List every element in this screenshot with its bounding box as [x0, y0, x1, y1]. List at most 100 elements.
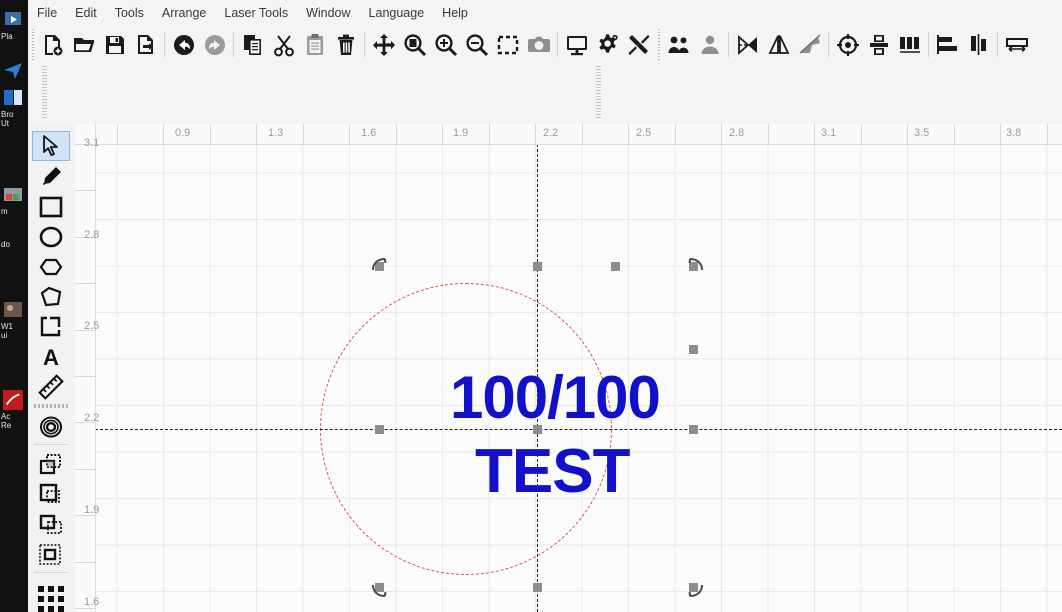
select-tool[interactable]: [32, 131, 70, 161]
artwork-line-2[interactable]: TEST: [475, 436, 630, 507]
flip-horizontal-icon[interactable]: [732, 29, 763, 60]
zoom-in-icon[interactable]: [430, 29, 461, 60]
zoom-out-icon[interactable]: [461, 29, 492, 60]
bracket-shape-tool[interactable]: [32, 312, 70, 342]
ruler-h-tick-6: 2.5: [636, 127, 652, 139]
desktop-icon-6[interactable]: W1 ui: [0, 300, 28, 340]
ungroup-icon[interactable]: [694, 29, 725, 60]
desktop-icon-9-label: Re: [1, 421, 12, 430]
desktop-icon-4-label: m: [1, 207, 8, 216]
ruler-v-tick-2: 2.5: [84, 320, 100, 332]
monitor-preview-icon[interactable]: [561, 29, 592, 60]
menu-edit[interactable]: Edit: [66, 0, 106, 27]
distribute-h-icon[interactable]: [1001, 29, 1032, 60]
selection-handle-middle-left[interactable]: [375, 425, 384, 434]
menu-bar: File Edit Tools Arrange Laser Tools Wind…: [28, 0, 1062, 28]
text-tool[interactable]: A: [32, 342, 70, 372]
move-pan-icon[interactable]: [368, 29, 399, 60]
rotate-handle-bottom-right[interactable]: [685, 579, 703, 597]
desktop-icon-8-label: Ac: [1, 412, 11, 421]
draw-pen-tool[interactable]: [32, 162, 70, 192]
desktop-icon-3[interactable]: Bro Ut: [0, 88, 28, 128]
array-grid-tool[interactable]: [32, 579, 70, 612]
menu-file[interactable]: File: [28, 0, 66, 27]
desktop-icon-6-label: W1: [1, 322, 13, 331]
rotate-handle-top-right[interactable]: [685, 256, 703, 274]
device-tools-icon[interactable]: [623, 29, 654, 60]
ruler-h-tick-3: 1.6: [361, 127, 377, 139]
polygon-tool[interactable]: [32, 252, 70, 282]
align-left-icon[interactable]: [932, 29, 963, 60]
selection-handle-center[interactable]: [533, 425, 542, 434]
rotate-handle-bottom-left[interactable]: [370, 579, 388, 597]
palette-grip[interactable]: [34, 404, 68, 408]
selection-handle-middle-right[interactable]: [689, 345, 698, 354]
desktop-icon-2[interactable]: [0, 60, 28, 82]
selection-handle-top-center[interactable]: [533, 262, 542, 271]
marquee-select-icon[interactable]: [492, 29, 523, 60]
closed-shape-tool[interactable]: [32, 282, 70, 312]
toolbar-grip-2[interactable]: [656, 29, 662, 60]
toolbar-separator-1: [164, 32, 165, 57]
desktop-icon-5[interactable]: do: [0, 240, 28, 249]
align-center-v-icon[interactable]: [963, 29, 994, 60]
measure-tool[interactable]: [32, 372, 70, 402]
menu-window[interactable]: Window: [297, 0, 359, 27]
properties-toolbar: XPos 2.1654 in YPos 2.1654 in Width 1.00…: [28, 62, 1062, 182]
copy-icon[interactable]: [237, 29, 268, 60]
desktop-icon-1[interactable]: Pla: [0, 10, 28, 41]
desktop-icon-3-label: Ut: [1, 119, 9, 128]
undo-icon[interactable]: [168, 29, 199, 60]
properties-grip[interactable]: [42, 66, 47, 120]
selection-handle-bottom-center[interactable]: [533, 583, 542, 592]
offset-shapes-tool[interactable]: [32, 412, 70, 442]
artwork-line-1[interactable]: 100/100: [450, 363, 661, 432]
flip-diagonal-icon[interactable]: [794, 29, 825, 60]
menu-laser-tools[interactable]: Laser Tools: [215, 0, 297, 27]
weld-icon[interactable]: [863, 29, 894, 60]
text-properties-grip[interactable]: [596, 66, 601, 120]
toolbar-grip[interactable]: [30, 29, 36, 60]
group-icon[interactable]: [663, 29, 694, 60]
desktop-icon-2-label: Bro: [1, 110, 14, 119]
flip-vertical-icon[interactable]: [763, 29, 794, 60]
ruler-v-tick-5: 1.6: [84, 596, 100, 608]
delete-trash-icon[interactable]: [330, 29, 361, 60]
boolean-subtract-tool[interactable]: [32, 480, 70, 510]
menu-help[interactable]: Help: [433, 0, 477, 27]
paste-icon[interactable]: [299, 29, 330, 60]
desktop-background: Pla Bro Ut m do W1 ui Ac Re: [0, 0, 28, 612]
rotate-handle-top-left[interactable]: [370, 256, 388, 274]
design-canvas[interactable]: 100/100 TEST: [75, 124, 1062, 612]
zoom-fit-icon[interactable]: [399, 29, 430, 60]
palette-separator-2: [34, 572, 68, 573]
selection-handle-top-right-inner[interactable]: [611, 262, 620, 271]
menu-arrange[interactable]: Arrange: [153, 0, 215, 27]
ruler-h-tick-1: 0.9: [175, 127, 191, 139]
ruler-h-tick-2: 1.3: [268, 127, 284, 139]
open-file-icon[interactable]: [68, 29, 99, 60]
toolbar-separator-5: [728, 32, 729, 57]
desktop-icon-4[interactable]: m: [0, 185, 28, 216]
center-target-icon[interactable]: [832, 29, 863, 60]
cut-icon[interactable]: [268, 29, 299, 60]
menu-language[interactable]: Language: [360, 0, 434, 27]
new-file-icon[interactable]: [37, 29, 68, 60]
settings-gear-icon[interactable]: [592, 29, 623, 60]
boolean-intersect-tool[interactable]: [32, 510, 70, 540]
rectangle-tool[interactable]: [32, 192, 70, 222]
camera-icon[interactable]: [523, 29, 554, 60]
boolean-exclude-tool[interactable]: [32, 540, 70, 570]
vertical-ruler[interactable]: [75, 124, 96, 612]
desktop-icon-8[interactable]: Ac Re: [0, 390, 28, 430]
boolean-union-tool[interactable]: [32, 450, 70, 480]
selection-handle-middle-right-2[interactable]: [689, 425, 698, 434]
ellipse-tool[interactable]: [32, 222, 70, 252]
redo-icon[interactable]: [199, 29, 230, 60]
export-file-icon[interactable]: [130, 29, 161, 60]
save-file-icon[interactable]: [99, 29, 130, 60]
horizontal-ruler[interactable]: 0.6 0.9 1.3 1.6 1.9 2.2 2.5 2.8 3.1 3.5 …: [75, 124, 1062, 145]
node-edit-icon[interactable]: [894, 29, 925, 60]
ruler-h-tick-5: 2.2: [543, 127, 559, 139]
menu-tools[interactable]: Tools: [106, 0, 153, 27]
